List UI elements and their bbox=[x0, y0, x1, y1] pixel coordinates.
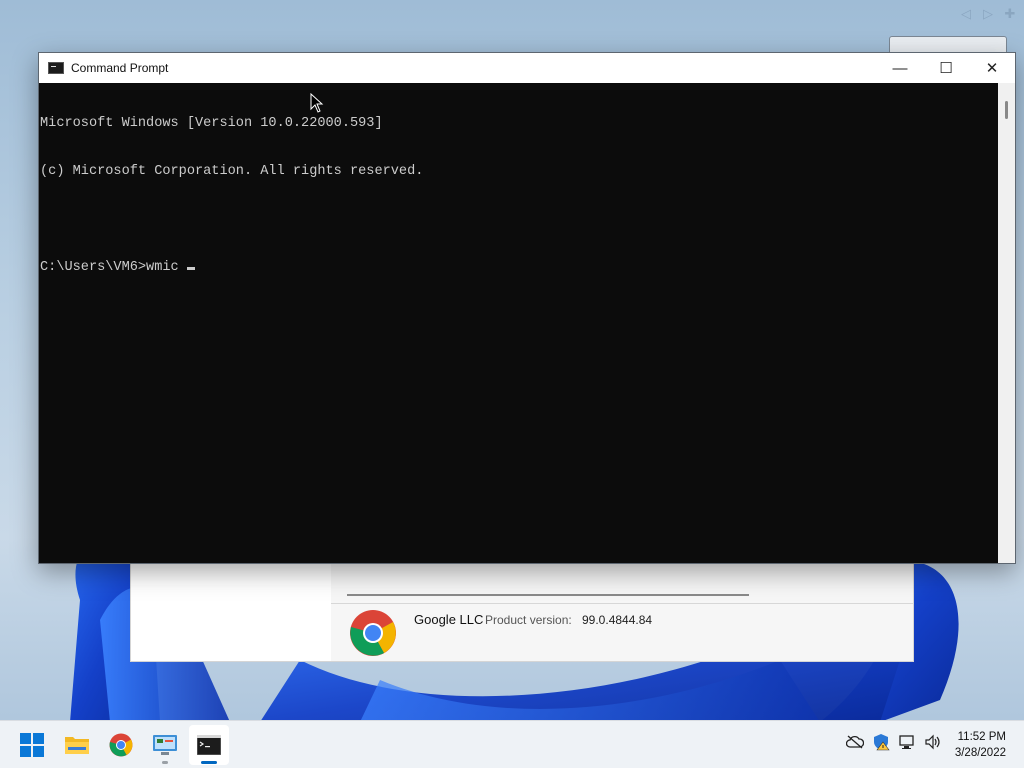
maximize-button[interactable]: ☐ bbox=[923, 53, 969, 83]
chrome-icon bbox=[109, 733, 133, 757]
window-title: Command Prompt bbox=[71, 61, 169, 75]
running-indicator bbox=[162, 761, 168, 764]
taskbar: 11:52 PM 3/28/2022 bbox=[0, 720, 1024, 768]
taskbar-file-explorer[interactable] bbox=[57, 725, 97, 765]
console-prompt: C:\Users\VM6>wmic bbox=[40, 260, 187, 275]
text-cursor bbox=[186, 267, 195, 270]
properties-right-pane bbox=[331, 561, 913, 661]
title-bar[interactable]: Command Prompt — ☐ ✕ bbox=[39, 53, 1015, 83]
properties-window: Google LLC Product version: 99.0.4844.84 bbox=[130, 560, 914, 662]
console-line: (c) Microsoft Corporation. All rights re… bbox=[40, 164, 424, 179]
security-warning-icon[interactable] bbox=[872, 733, 890, 751]
minimize-button[interactable]: — bbox=[877, 53, 923, 83]
system-tray bbox=[846, 733, 942, 751]
cmd-icon bbox=[48, 62, 64, 74]
right-arrow-icon[interactable]: ▷ bbox=[980, 6, 996, 22]
vertical-scrollbar[interactable] bbox=[998, 83, 1015, 563]
console-output[interactable]: Microsoft Windows [Version 10.0.22000.59… bbox=[39, 83, 999, 563]
start-button[interactable] bbox=[12, 725, 52, 765]
console-prompt-line[interactable]: C:\Users\VM6>wmic bbox=[40, 260, 999, 276]
product-version-value: 99.0.4844.84 bbox=[582, 613, 653, 627]
publisher-name: Google LLC bbox=[414, 612, 484, 627]
horizontal-scrollbar[interactable] bbox=[347, 594, 749, 596]
taskbar-chrome[interactable] bbox=[101, 725, 141, 765]
windows-logo-icon bbox=[20, 733, 44, 757]
properties-left-pane bbox=[131, 561, 331, 661]
taskbar-clock[interactable]: 11:52 PM 3/28/2022 bbox=[955, 729, 1006, 761]
folder-icon bbox=[65, 737, 89, 754]
chrome-icon bbox=[349, 609, 397, 657]
active-indicator bbox=[201, 761, 217, 764]
volume-icon[interactable] bbox=[924, 733, 942, 751]
console-line: Microsoft Windows [Version 10.0.22000.59… bbox=[40, 116, 383, 131]
taskbar-command-prompt[interactable] bbox=[189, 725, 229, 765]
command-prompt-window[interactable]: Command Prompt — ☐ ✕ Microsoft Windows [… bbox=[38, 52, 1016, 564]
scrollbar-thumb[interactable] bbox=[1005, 101, 1008, 119]
clock-time: 11:52 PM bbox=[957, 731, 1006, 743]
left-arrow-icon[interactable]: ◁ bbox=[958, 6, 974, 22]
mouse-pointer-icon bbox=[310, 93, 324, 113]
network-icon[interactable] bbox=[898, 733, 916, 751]
control-panel-icon bbox=[153, 735, 177, 755]
divider bbox=[331, 603, 913, 604]
close-button[interactable]: ✕ bbox=[969, 53, 1015, 83]
remote-session-controls: ◁ ▷ ✚ bbox=[958, 6, 1018, 22]
product-version-label: Product version: bbox=[485, 613, 572, 627]
cloud-off-icon[interactable] bbox=[846, 733, 864, 751]
plus-icon[interactable]: ✚ bbox=[1002, 6, 1018, 22]
taskbar-control-panel[interactable] bbox=[145, 725, 185, 765]
cmd-icon bbox=[197, 735, 221, 755]
clock-date: 3/28/2022 bbox=[954, 747, 1006, 759]
